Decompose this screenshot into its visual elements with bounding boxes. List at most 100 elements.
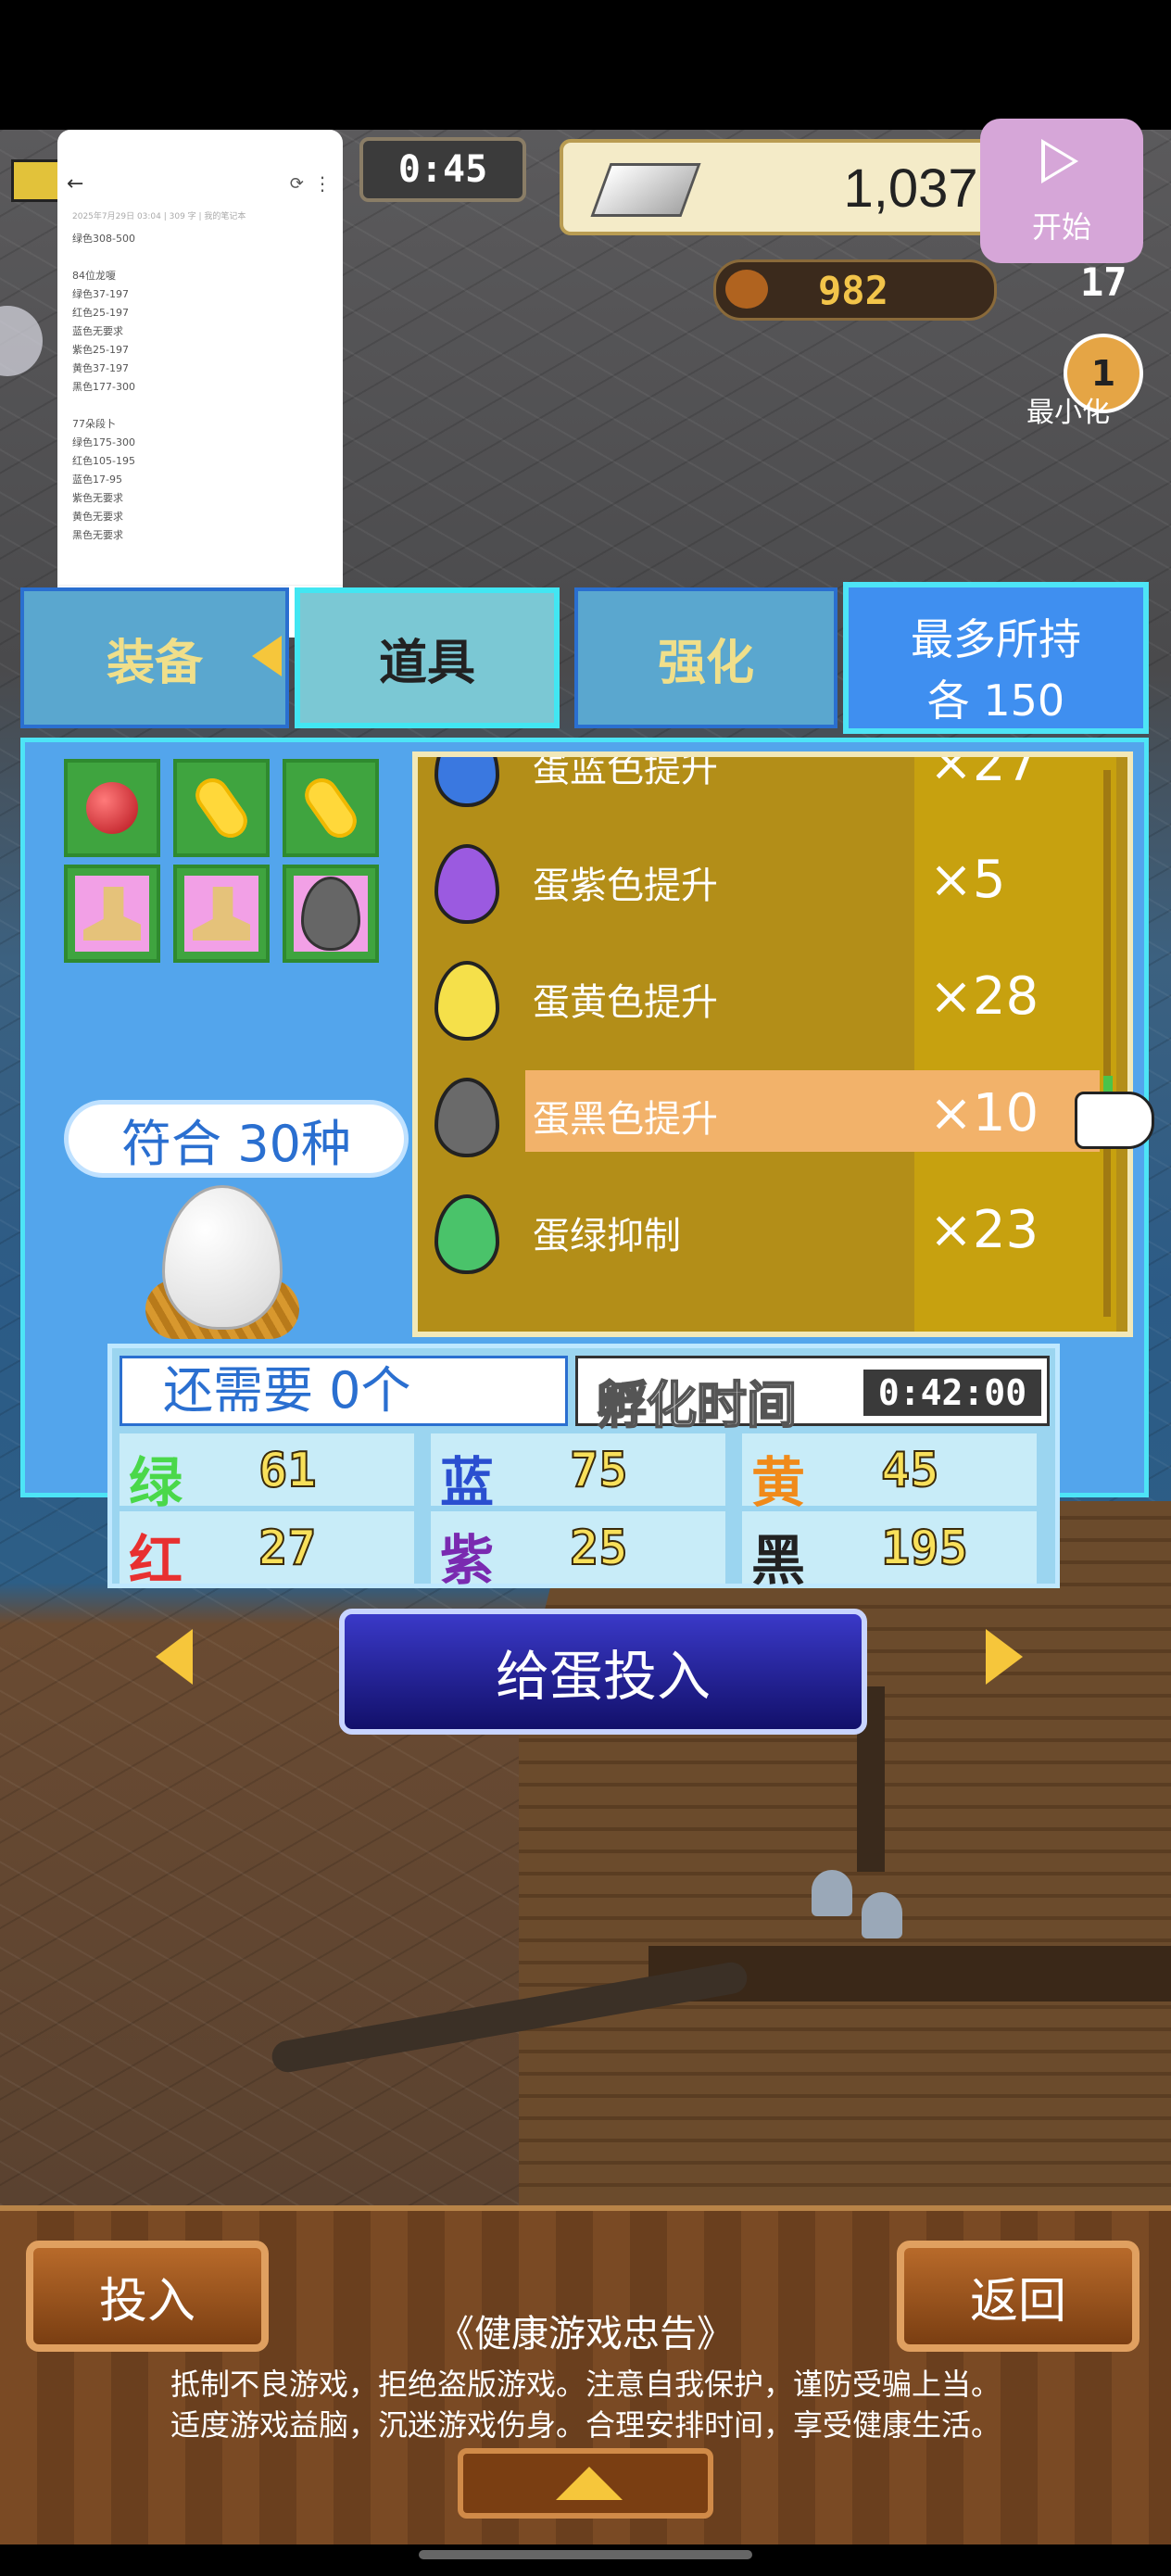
- note-line: 红色105-195: [72, 455, 135, 467]
- note-meta: 2025年7月29日 03:04 | 309 字 | 我的笔记本: [72, 212, 246, 221]
- equip-slot[interactable]: [173, 759, 270, 857]
- food-display: 982: [713, 259, 997, 321]
- ghost-sprite: [812, 1870, 852, 1916]
- ghost-sprite: [862, 1892, 902, 1938]
- health-notice-line: 适度游戏益脑，沉迷游戏伤身。合理安排时间，享受健康生活。: [170, 2407, 1001, 2443]
- hatch-label: 孵化时间: [596, 1375, 798, 1435]
- item-list: 蛋蓝色提升 ×27 蛋紫色提升 ×5 蛋黄色提升 ×28 蛋黑色提升 ×10 蛋…: [412, 751, 1133, 1337]
- up-arrow-icon: [556, 2467, 623, 2500]
- list-item[interactable]: 蛋黄色提升 ×28: [418, 939, 1122, 1055]
- floating-note-window[interactable]: ← ⟳ ⋮ 2025年7月29日 03:04 | 309 字 | 我的笔记本 绿…: [57, 130, 343, 638]
- tab-enhance-label: 强化: [657, 635, 754, 691]
- max-hold-value: 各 150: [926, 676, 1065, 726]
- footer-bar: 投入 返回 《健康游戏忠告》 抵制不良游戏，拒绝盗版游戏。注意自我保护，谨防受骗…: [0, 2205, 1171, 2544]
- tab-items[interactable]: 道具: [295, 587, 560, 728]
- note-line: 紫色25-197: [72, 344, 129, 356]
- stat-green: 绿 61: [120, 1433, 414, 1514]
- prev-arrow-button[interactable]: [156, 1629, 193, 1685]
- note-line: [72, 397, 334, 415]
- black-egg-icon: [301, 877, 360, 951]
- max-hold-box: 最多所持 各 150: [843, 582, 1149, 734]
- tab-equipment-label: 装备: [106, 635, 203, 691]
- hatch-time-box: 孵化时间 0:42:00: [575, 1356, 1050, 1435]
- note-line: 黑色177-300: [72, 381, 135, 393]
- minimize-label[interactable]: 最小化: [1026, 389, 1110, 430]
- item-qty: ×28: [929, 966, 1039, 1027]
- silver-ingot-icon: [590, 163, 701, 217]
- stat-blue: 蓝 75: [431, 1433, 725, 1514]
- food-icon: [725, 270, 768, 309]
- note-line: 红色25-197: [72, 307, 129, 319]
- list-item[interactable]: 蛋紫色提升 ×5: [418, 822, 1122, 939]
- start-label: 开始: [1031, 209, 1091, 245]
- stat-key: 黄: [751, 1451, 806, 1514]
- feed-egg-button[interactable]: 给蛋投入: [339, 1609, 867, 1735]
- timer-value: 0:45: [397, 148, 488, 191]
- item-qty: ×23: [929, 1200, 1039, 1260]
- equip-slot[interactable]: [283, 865, 379, 963]
- note-line: 黑色无要求: [72, 529, 123, 541]
- stat-value: 27: [258, 1520, 318, 1577]
- item-name: 蛋绿抑制: [533, 1215, 681, 1257]
- stat-red: 红 27: [120, 1511, 414, 1592]
- yellow-egg-icon: [434, 961, 499, 1041]
- hatch-time: 0:42:00: [863, 1370, 1041, 1416]
- item-qty: ×5: [929, 850, 1006, 910]
- share-icon[interactable]: ⟳: [290, 174, 304, 194]
- equip-slot[interactable]: [173, 865, 270, 963]
- equip-slot[interactable]: [283, 759, 379, 857]
- stat-key: 红: [129, 1529, 183, 1592]
- item-name: 蛋紫色提升: [533, 865, 718, 907]
- health-notice-title: 《健康游戏忠告》: [437, 2313, 734, 2355]
- crown-icon: [11, 159, 63, 202]
- tab-equipment[interactable]: 装备: [20, 587, 289, 728]
- stat-black: 黑 195: [742, 1511, 1037, 1592]
- list-item-selected[interactable]: 蛋黑色提升 ×10: [418, 1055, 1122, 1172]
- note-body: 绿色308-500 84位龙嗄 绿色37-197 红色25-197 蓝色无要求 …: [72, 230, 334, 545]
- stat-purple: 紫 25: [431, 1511, 725, 1592]
- equip-slot[interactable]: [64, 865, 160, 963]
- boot-icon: [83, 887, 141, 941]
- home-indicator[interactable]: [419, 2550, 752, 2559]
- stat-key: 黑: [751, 1529, 806, 1592]
- feed-egg-label: 给蛋投入: [495, 1645, 711, 1708]
- tab-items-label: 道具: [378, 635, 475, 691]
- note-line: 黄色无要求: [72, 511, 123, 523]
- blue-egg-icon: [434, 757, 499, 807]
- stat-value: 25: [569, 1520, 629, 1577]
- stat-value: 45: [880, 1442, 940, 1499]
- stat-value: 75: [569, 1442, 629, 1499]
- scrollbar-track[interactable]: [1103, 770, 1111, 1317]
- note-line: 蓝色17-95: [72, 474, 122, 486]
- back-arrow-icon[interactable]: ←: [67, 172, 83, 196]
- stat-key: 绿: [129, 1451, 183, 1514]
- equip-slot[interactable]: [64, 759, 160, 857]
- list-item[interactable]: 蛋蓝色提升 ×27: [418, 751, 1122, 822]
- expand-up-button[interactable]: [458, 2448, 713, 2519]
- item-qty: ×27: [929, 751, 1039, 793]
- note-line: 77朵段卜: [72, 418, 116, 430]
- recorder-start-button[interactable]: 开始: [980, 119, 1143, 263]
- note-line: 绿色175-300: [72, 436, 135, 448]
- max-hold-title: 最多所持: [911, 614, 1081, 664]
- list-item[interactable]: 蛋绿抑制 ×23: [418, 1172, 1122, 1289]
- item-name: 蛋蓝色提升: [533, 751, 718, 790]
- more-icon[interactable]: ⋮: [313, 172, 332, 195]
- pointer-hand-icon: [1075, 1092, 1154, 1149]
- tab-enhance[interactable]: 强化: [574, 587, 837, 728]
- egg-info-box: 还需要 0个 孵化时间 0:42:00 绿 61 蓝 75 黄 45 红 27 …: [107, 1344, 1060, 1592]
- note-line: 绿色37-197: [72, 288, 129, 300]
- item-name: 蛋黑色提升: [533, 1098, 718, 1141]
- need-count: 还需要 0个: [120, 1356, 568, 1426]
- note-line: 紫色无要求: [72, 492, 123, 504]
- berry-icon: [86, 782, 138, 834]
- food-value: 982: [818, 268, 888, 313]
- ship-hull: [519, 1501, 1171, 2205]
- next-arrow-button[interactable]: [986, 1629, 1023, 1685]
- stat-value: 195: [880, 1520, 969, 1577]
- note-line: 84位龙嗄: [72, 270, 116, 282]
- unit-count: 17: [1080, 259, 1127, 305]
- stat-value: 61: [258, 1442, 318, 1499]
- egg-icon: [162, 1185, 283, 1330]
- match-count-text: 符合 30种: [121, 1114, 351, 1173]
